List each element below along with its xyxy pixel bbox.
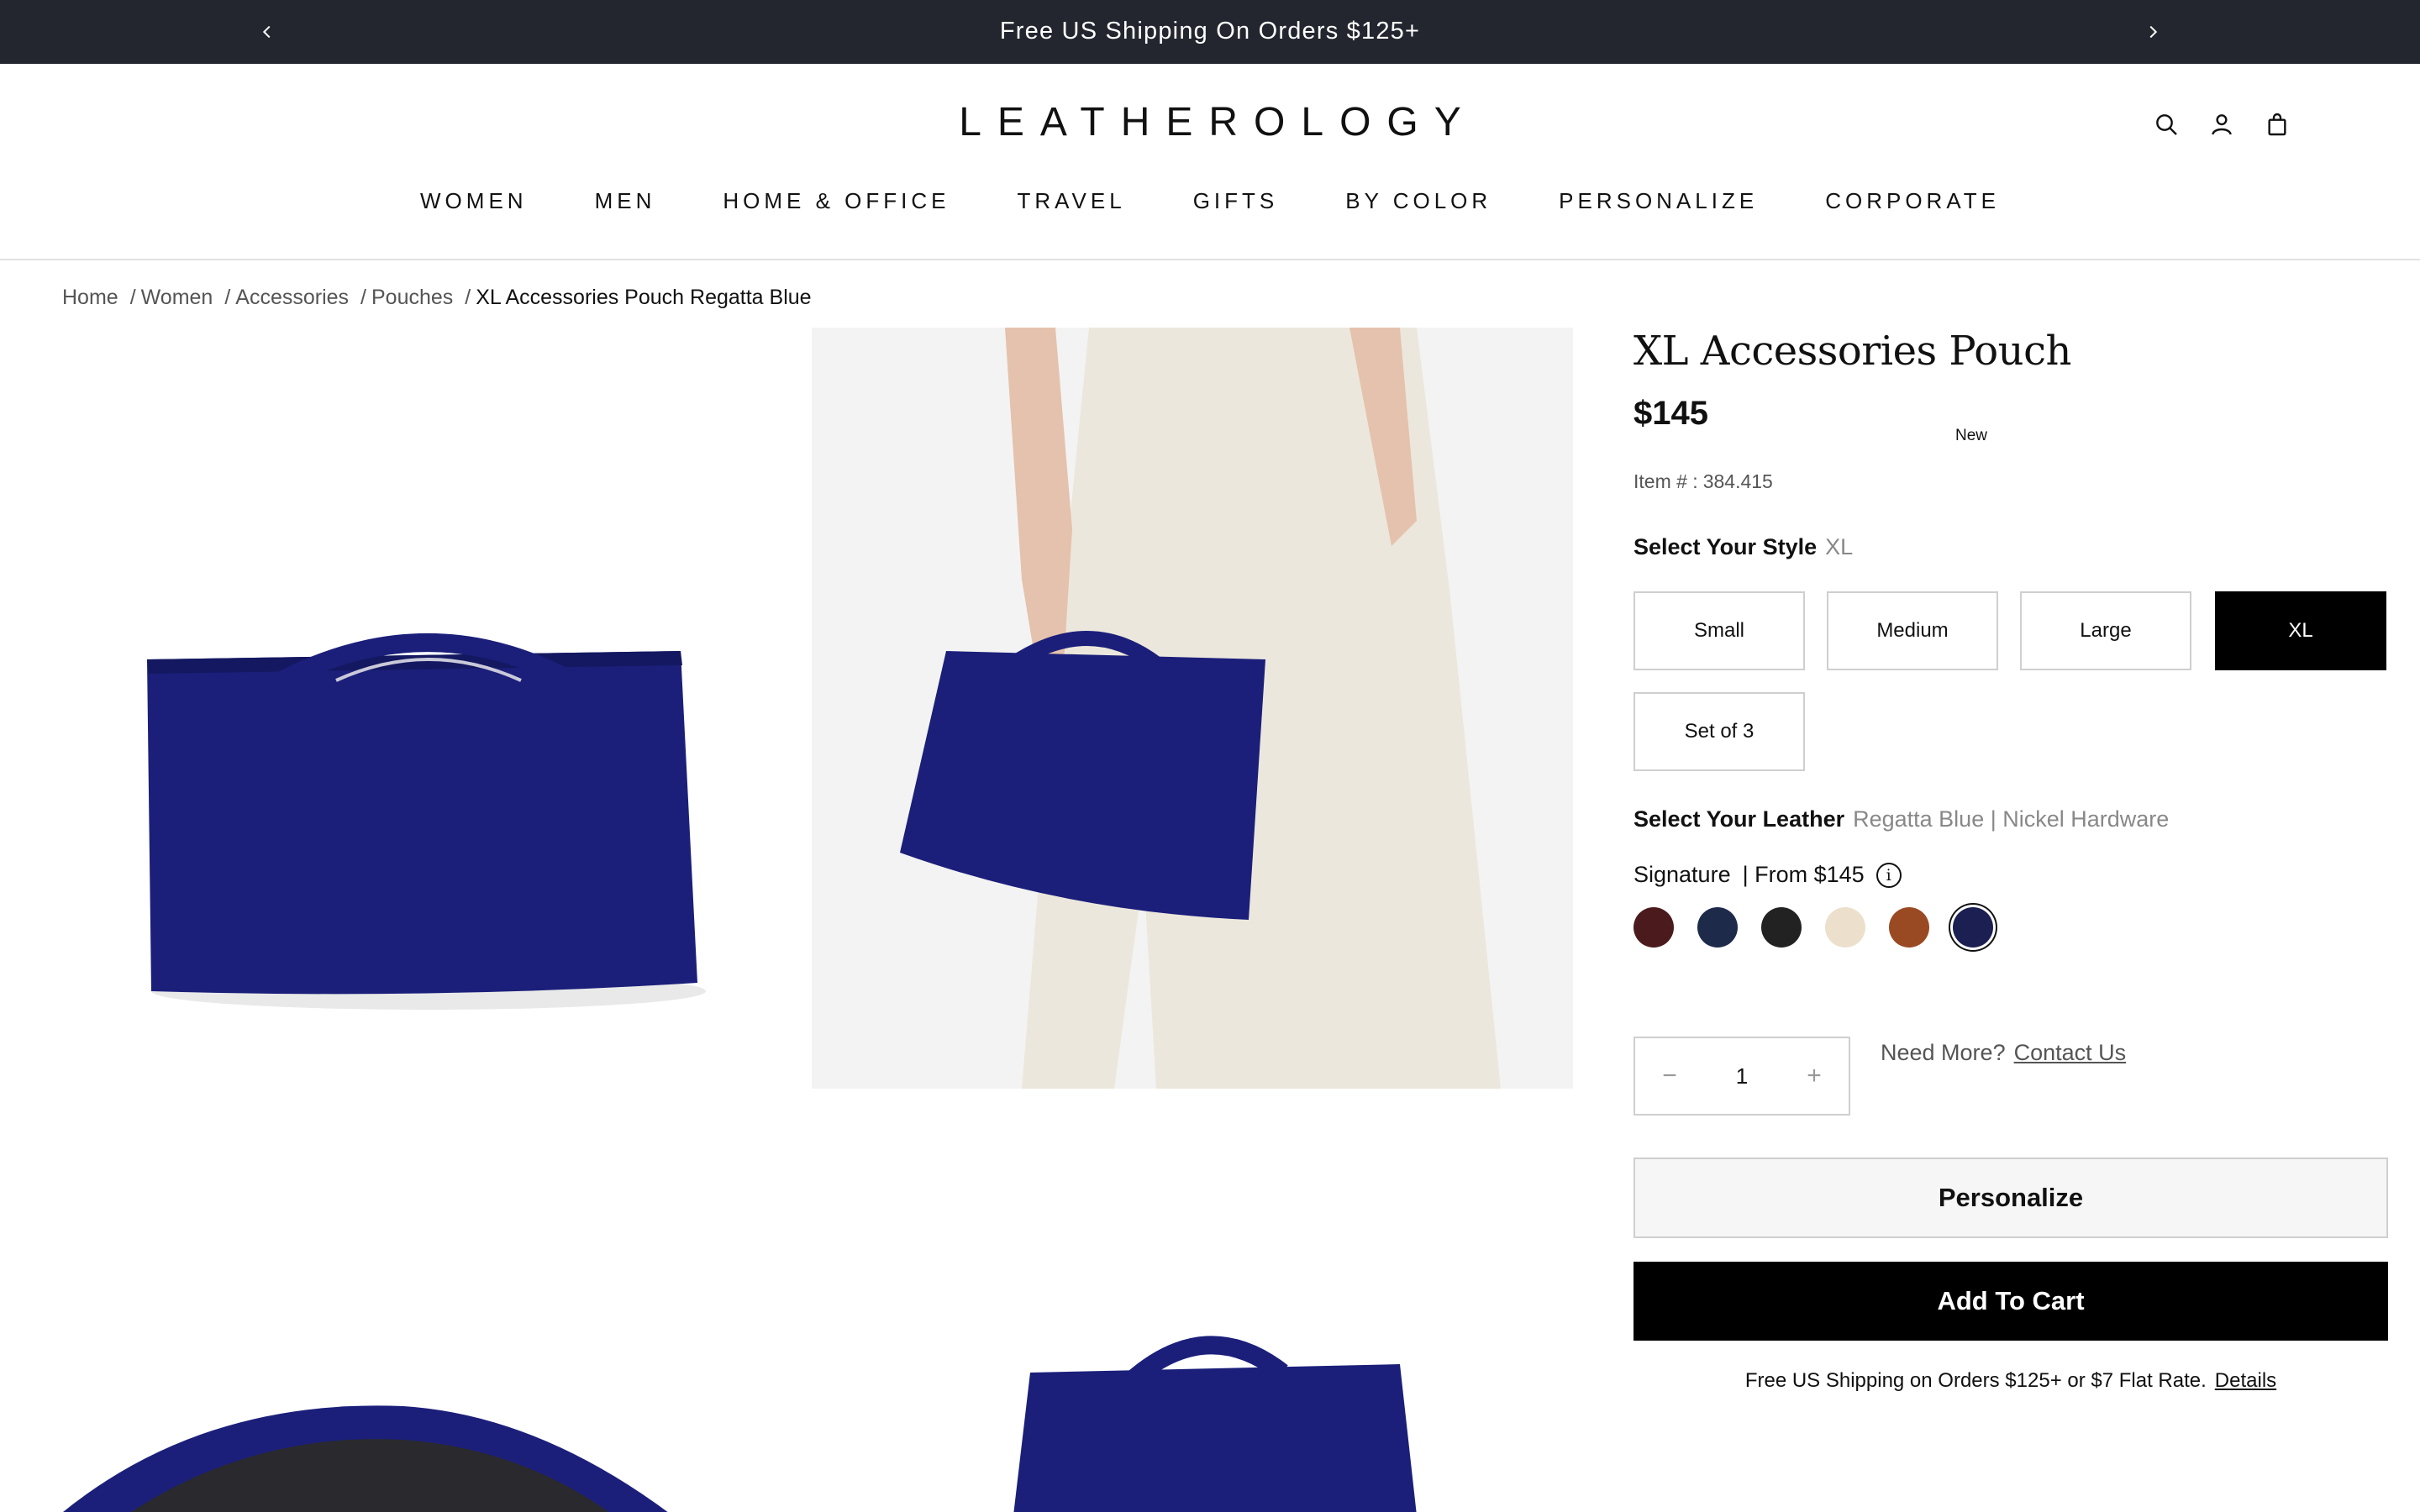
nav-travel[interactable]: TRAVEL (983, 188, 1159, 214)
style-option-set-of-3[interactable]: Set of 3 (1634, 692, 1805, 771)
new-badge: New (1955, 427, 1988, 444)
style-option-small[interactable]: Small (1634, 591, 1805, 670)
swatch-black[interactable] (1761, 907, 1802, 948)
nav-by-color[interactable]: BY COLOR (1312, 188, 1525, 214)
breadcrumb-separator: / (224, 286, 231, 309)
breadcrumb-accessories[interactable]: Accessories (235, 286, 349, 310)
swatch-burgundy[interactable] (1634, 907, 1674, 948)
swatch-navy[interactable] (1697, 907, 1738, 948)
breadcrumb-home[interactable]: Home (62, 286, 118, 310)
announcement-message: Free US Shipping On Orders $125+ (999, 18, 1421, 45)
breadcrumb-pouches[interactable]: Pouches (371, 286, 453, 310)
leather-selector-label: Select Your Leather Regatta Blue | Nickel… (1634, 806, 2169, 832)
product-image-model[interactable] (812, 328, 1573, 1089)
personalize-button[interactable]: Personalize (1634, 1158, 2388, 1238)
breadcrumb-separator: / (465, 286, 471, 309)
search-icon[interactable] (2151, 109, 2181, 139)
need-more: Need More? Contact Us (1881, 1040, 2126, 1066)
style-option-xl[interactable]: XL (2215, 591, 2386, 670)
shipping-note: Free US Shipping on Orders $125+ or $7 F… (1634, 1369, 2388, 1393)
main-nav: WOMEN MEN HOME & OFFICE TRAVEL GIFTS BY … (0, 188, 2420, 214)
contact-us-link[interactable]: Contact Us (2014, 1040, 2127, 1065)
header-icons (2151, 109, 2292, 139)
color-swatches (1634, 907, 2020, 983)
product-image-angle[interactable] (812, 1129, 1573, 1512)
style-value: XL (1825, 534, 1854, 559)
item-number-label: Item # : (1634, 470, 1698, 492)
breadcrumb-separator: / (360, 286, 366, 309)
product-image-front[interactable] (34, 328, 795, 1089)
style-label: Select Your Style (1634, 534, 1818, 559)
collection-name: Signature (1634, 862, 1731, 887)
nav-personalize[interactable]: PERSONALIZE (1525, 188, 1791, 214)
announcement-bar: Free US Shipping On Orders $125+ (0, 0, 2420, 64)
breadcrumb-current: XL Accessories Pouch Regatta Blue (476, 286, 812, 309)
nav-home-office[interactable]: HOME & OFFICE (689, 188, 983, 214)
breadcrumb-women[interactable]: Women (141, 286, 213, 310)
collection-price: | From $145 (1742, 862, 1865, 887)
breadcrumb-separator: / (129, 286, 136, 309)
nav-men[interactable]: MEN (561, 188, 690, 214)
product-title: XL Accessories Pouch (1634, 328, 2071, 375)
product-price: $145 (1634, 395, 1708, 432)
product-panel: XL Accessories Pouch $145 Item # :384.41… (1634, 328, 2388, 1392)
quantity-decrease-button[interactable]: − (1657, 1062, 1682, 1090)
style-option-medium[interactable]: Medium (1827, 591, 1998, 670)
style-selector-label: Select Your Style XL (1634, 534, 1853, 560)
site-logo[interactable]: LEATHEROLOGY (0, 99, 2420, 145)
item-number-value: 384.415 (1702, 470, 1773, 492)
chevron-right-icon[interactable] (2139, 18, 2166, 45)
style-option-large[interactable]: Large (2020, 591, 2191, 670)
info-icon[interactable]: i (1876, 862, 1902, 888)
add-to-cart-button[interactable]: Add To Cart (1634, 1262, 2388, 1341)
leather-label: Select Your Leather (1634, 806, 1845, 832)
swatch-cognac[interactable] (1889, 907, 1929, 948)
breadcrumb: Home / Women / Accessories / Pouches / X… (62, 286, 812, 310)
shipping-details-link[interactable]: Details (2215, 1369, 2276, 1392)
product-image-open[interactable] (34, 1129, 795, 1512)
item-number: Item # :384.415 (1634, 470, 1773, 493)
quantity-value[interactable]: 1 (1736, 1063, 1748, 1089)
nav-gifts[interactable]: GIFTS (1160, 188, 1313, 214)
shipping-note-text: Free US Shipping on Orders $125+ or $7 F… (1744, 1369, 2207, 1392)
swatch-cream[interactable] (1825, 907, 1865, 948)
need-more-label: Need More? (1881, 1040, 2006, 1065)
site-header: LEATHEROLOGY WOMEN MEN HOME & OFFICE TRA… (0, 64, 2420, 260)
leather-value: Regatta Blue | Nickel Hardware (1853, 806, 2170, 832)
nav-corporate[interactable]: CORPORATE (1791, 188, 2033, 214)
quantity-increase-button[interactable]: + (1802, 1062, 1827, 1090)
quantity-stepper: − 1 + (1634, 1037, 1850, 1116)
bag-icon[interactable] (2262, 109, 2292, 139)
nav-women[interactable]: WOMEN (387, 188, 561, 214)
account-icon[interactable] (2207, 109, 2237, 139)
collection-row: Signature | From $145 i (1634, 862, 1902, 888)
swatch-regatta-blue[interactable] (1953, 907, 1993, 948)
